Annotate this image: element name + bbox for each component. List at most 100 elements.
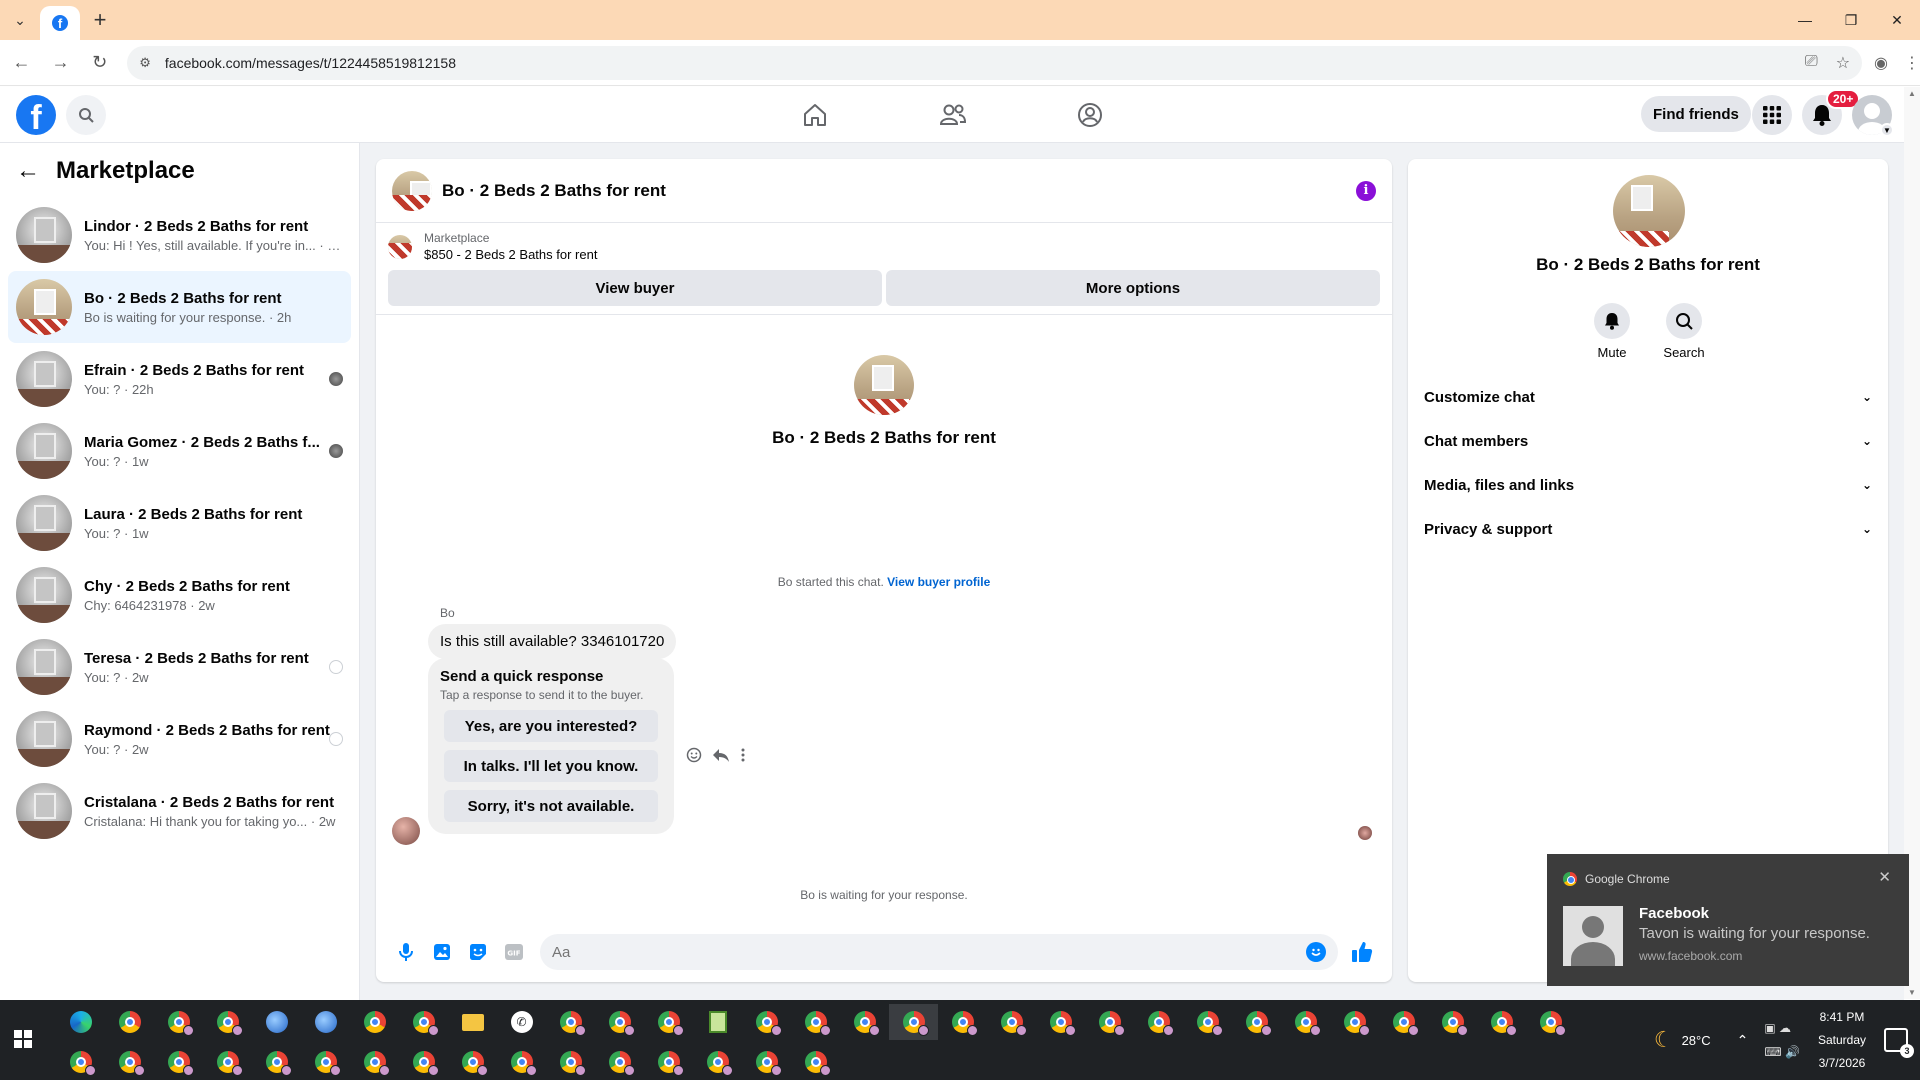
taskbar-chrome-icon[interactable] xyxy=(154,1004,203,1040)
taskbar-chrome-icon[interactable] xyxy=(252,1044,301,1080)
minimize-icon[interactable]: — xyxy=(1782,0,1828,40)
chrome-notification-toast[interactable]: Google Chrome ✕ Facebook Tavon is waitin… xyxy=(1547,854,1909,986)
restore-icon[interactable]: ❐ xyxy=(1828,0,1874,40)
conversation-item[interactable]: Laura · 2 Beds 2 Baths for rent You: ? · … xyxy=(8,487,351,559)
taskbar-chrome-icon[interactable] xyxy=(1232,1004,1281,1040)
taskbar-chrome-icon[interactable] xyxy=(56,1044,105,1080)
url-text[interactable]: facebook.com/messages/t/1224458519812158 xyxy=(165,55,456,71)
more-options-button[interactable]: More options xyxy=(886,270,1380,306)
quick-response-in-talks-button[interactable]: In talks. I'll let you know. xyxy=(444,750,658,782)
taskbar-chrome-icon[interactable] xyxy=(105,1004,154,1040)
find-friends-button[interactable]: Find friends xyxy=(1641,96,1751,132)
taskbar-chrome-icon[interactable] xyxy=(546,1004,595,1040)
conversation-item[interactable]: Raymond · 2 Beds 2 Baths for rent You: ? … xyxy=(8,703,351,775)
forward-icon[interactable]: → xyxy=(43,45,78,81)
conversation-avatar[interactable] xyxy=(16,711,72,767)
intro-avatar[interactable] xyxy=(854,355,914,415)
microphone-icon[interactable] xyxy=(388,934,424,970)
taskbar-chrome-icon[interactable] xyxy=(840,1004,889,1040)
close-window-icon[interactable]: ✕ xyxy=(1874,0,1920,40)
taskbar-chrome-icon[interactable] xyxy=(1428,1004,1477,1040)
taskbar-edge-icon[interactable] xyxy=(56,1004,105,1040)
conversation-item[interactable]: Bo · 2 Beds 2 Baths for rent Bo is waitin… xyxy=(8,271,351,343)
thumbs-up-icon[interactable] xyxy=(1344,934,1380,970)
photo-icon[interactable] xyxy=(424,934,460,970)
friends-icon[interactable] xyxy=(933,95,973,135)
taskbar-chrome-icon[interactable] xyxy=(644,1004,693,1040)
customize-chat-section[interactable]: Customize chat ⌄ xyxy=(1416,375,1880,419)
facebook-logo-icon[interactable]: f xyxy=(16,95,56,135)
taskbar-chrome-icon[interactable] xyxy=(1477,1004,1526,1040)
weather-widget[interactable]: ☾ 28°C xyxy=(1654,1027,1711,1053)
taskbar-chrome-icon[interactable] xyxy=(105,1044,154,1080)
taskbar-chrome-icon[interactable] xyxy=(399,1004,448,1040)
taskbar-chrome-icon[interactable] xyxy=(938,1004,987,1040)
conversation-avatar[interactable] xyxy=(16,495,72,551)
taskbar-chrome-icon[interactable] xyxy=(497,1044,546,1080)
taskbar-chrome-icon[interactable] xyxy=(693,1044,742,1080)
taskbar-chrome-icon[interactable] xyxy=(350,1004,399,1040)
listing-price[interactable]: $850 - 2 Beds 2 Baths for rent xyxy=(424,247,597,262)
conversation-avatar[interactable] xyxy=(16,639,72,695)
search-conversation-button[interactable]: Search xyxy=(1663,303,1705,360)
conversation-avatar[interactable] xyxy=(16,351,72,407)
taskbar-chrome-icon[interactable] xyxy=(1379,1004,1428,1040)
taskbar-app-icon[interactable] xyxy=(301,1004,350,1040)
taskbar-chrome-icon[interactable] xyxy=(1526,1004,1575,1040)
account-chevron-down-icon[interactable]: ▼ xyxy=(1880,123,1894,137)
network-volume-icon[interactable]: ⌨ 🔊 xyxy=(1764,1045,1800,1059)
address-bar[interactable]: ⚙ facebook.com/messages/t/12244585198121… xyxy=(127,45,1863,80)
profile-circle-icon[interactable] xyxy=(1070,95,1110,135)
action-center-icon[interactable]: 3 xyxy=(1884,1028,1914,1058)
taskbar-chrome-icon[interactable] xyxy=(546,1044,595,1080)
taskbar-chrome-icon[interactable] xyxy=(791,1044,840,1080)
reload-icon[interactable]: ↻ xyxy=(82,45,117,81)
taskbar-chrome-icon[interactable] xyxy=(644,1044,693,1080)
privacy-support-section[interactable]: Privacy & support ⌄ xyxy=(1416,507,1880,551)
windows-start-icon[interactable] xyxy=(14,1030,32,1048)
install-app-icon[interactable]: ⎚ xyxy=(1805,53,1818,73)
message-input-field[interactable] xyxy=(540,934,1338,970)
browser-menu-icon[interactable]: ⋮ xyxy=(1904,53,1920,73)
taskbar-chrome-icon[interactable] xyxy=(742,1004,791,1040)
tray-chevron-up-icon[interactable]: ⌃ xyxy=(1737,1032,1749,1049)
conversation-item[interactable]: Cristalana · 2 Beds 2 Baths for rent Cris… xyxy=(8,775,351,847)
taskbar-chrome-icon-active[interactable] xyxy=(889,1004,938,1040)
search-magnifier-icon[interactable] xyxy=(1666,303,1702,339)
sender-avatar[interactable] xyxy=(392,817,420,845)
quick-response-yes-button[interactable]: Yes, are you interested? xyxy=(444,710,658,742)
gif-icon[interactable]: GIF xyxy=(496,934,532,970)
react-emoji-icon[interactable] xyxy=(686,747,702,763)
conversation-item[interactable]: Maria Gomez · 2 Beds 2 Baths f... You: ? … xyxy=(8,415,351,487)
conversation-item[interactable]: Teresa · 2 Beds 2 Baths for rent You: ? ·… xyxy=(8,631,351,703)
taskbar-whatsapp-icon[interactable]: ✆ xyxy=(497,1004,546,1040)
taskbar-chrome-icon[interactable] xyxy=(203,1044,252,1080)
emoji-icon[interactable] xyxy=(1306,942,1326,962)
taskbar-chrome-icon[interactable] xyxy=(350,1044,399,1080)
profile-icon[interactable]: ◉ xyxy=(1874,53,1888,73)
taskbar-chrome-icon[interactable] xyxy=(154,1044,203,1080)
sticker-icon[interactable] xyxy=(460,934,496,970)
conversation-avatar[interactable] xyxy=(16,783,72,839)
conversation-avatar[interactable] xyxy=(16,423,72,479)
menu-grid-icon[interactable] xyxy=(1752,95,1792,135)
taskbar-chrome-icon[interactable] xyxy=(595,1004,644,1040)
meet-now-icon[interactable]: ▣ ☁ xyxy=(1764,1021,1800,1035)
taskbar-spreadsheet-icon[interactable] xyxy=(693,1004,742,1040)
bookmark-star-icon[interactable]: ☆ xyxy=(1836,53,1850,73)
taskbar-file-explorer-icon[interactable] xyxy=(448,1004,497,1040)
conversation-avatar[interactable] xyxy=(16,279,72,335)
taskbar-chrome-icon[interactable] xyxy=(742,1044,791,1080)
more-vertical-icon[interactable] xyxy=(740,747,746,763)
taskbar-chrome-icon[interactable] xyxy=(203,1004,252,1040)
media-files-links-section[interactable]: Media, files and links ⌄ xyxy=(1416,463,1880,507)
view-buyer-button[interactable]: View buyer xyxy=(388,270,882,306)
search-icon[interactable] xyxy=(66,95,106,135)
message-input[interactable] xyxy=(552,943,1306,961)
clock[interactable]: 8:41 PM Saturday 3/7/2026 xyxy=(1818,1010,1866,1070)
toast-close-icon[interactable]: ✕ xyxy=(1878,868,1891,886)
info-avatar[interactable] xyxy=(1613,175,1685,247)
scroll-up-icon[interactable]: ▲ xyxy=(1908,89,1916,98)
taskbar-chrome-icon[interactable] xyxy=(595,1044,644,1080)
home-icon[interactable] xyxy=(795,95,835,135)
